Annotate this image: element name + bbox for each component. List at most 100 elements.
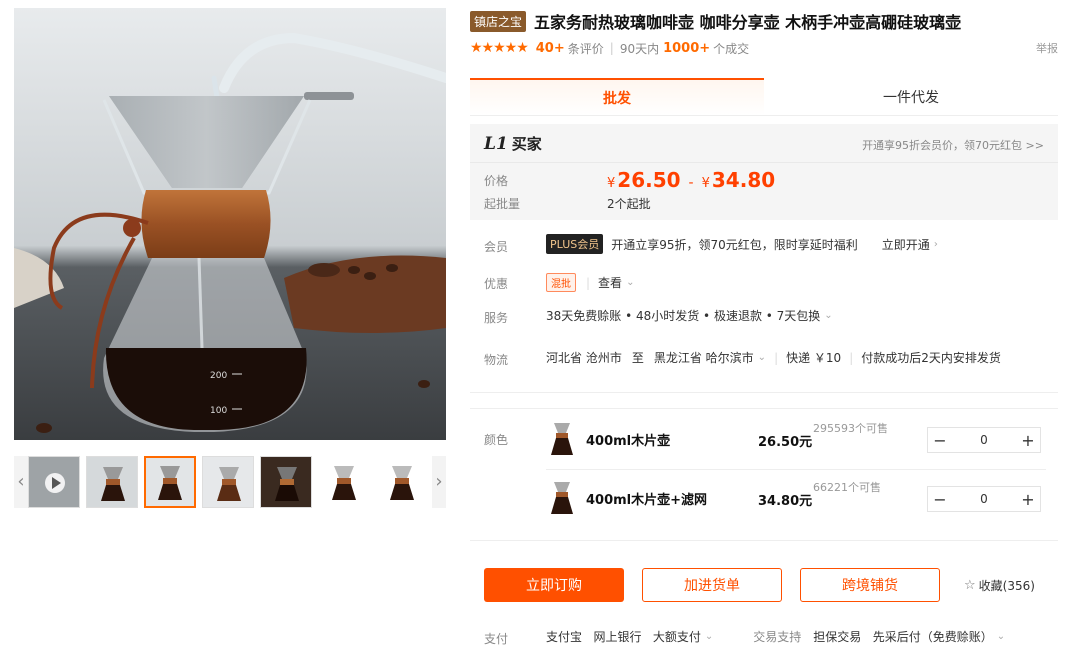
quantity-stepper: − 0 +	[927, 427, 1041, 453]
sku-stock: 295593个可售	[813, 422, 888, 435]
price-range: ¥ 26.50 - ¥ 34.80	[607, 168, 775, 192]
coffee-pot-icon	[261, 457, 311, 507]
price-min: 26.50	[617, 168, 681, 192]
thumb-image[interactable]	[318, 456, 370, 508]
thumb-prev-button[interactable]: ‹	[14, 456, 28, 508]
ship-to-select[interactable]: 黑龙江省 哈尔滨市	[654, 349, 754, 366]
chevron-down-icon[interactable]: ⌄	[705, 631, 713, 642]
divider	[470, 408, 1058, 409]
open-member-link[interactable]: 立即开通	[882, 236, 930, 253]
coffee-pot-icon	[318, 456, 370, 508]
divider	[470, 392, 1058, 393]
discount-label: 优惠	[484, 277, 509, 291]
thumb-next-button[interactable]: ›	[432, 456, 446, 508]
chevron-down-icon: ⌄	[824, 310, 833, 321]
thumb-image[interactable]	[86, 456, 138, 508]
coffee-pot-icon	[203, 457, 253, 507]
favorite-button[interactable]: ☆ 收藏(356)	[964, 577, 1035, 594]
payment-methods: 支付宝 网上银行 大额支付	[546, 630, 701, 644]
thumb-image[interactable]	[202, 456, 254, 508]
quantity-value[interactable]: 0	[952, 433, 1016, 447]
sold-count: 1000+	[663, 40, 711, 56]
thumb-image[interactable]	[376, 456, 428, 508]
product-title-row: 镇店之宝 五家务耐热玻璃咖啡壶 咖啡分享壶 木柄手冲壶高硼硅玻璃壶	[470, 9, 1070, 33]
price-max: 34.80	[711, 168, 776, 192]
currency-symbol: ¥	[701, 176, 710, 191]
divider: |	[849, 350, 854, 365]
service-row[interactable]: 38天免费赊账 • 48小时发货 • 极速退款 • 7天包换 ⌄	[546, 307, 833, 324]
mixed-batch-tag: 混批	[546, 273, 576, 292]
discount-row: 混批 | 查看 ⌄	[546, 273, 634, 292]
sku-label: 颜色	[484, 433, 509, 447]
rating-row: ★★★★★ 40+ 条评价 | 90天内 1000+ 个成交 举报	[470, 38, 1058, 58]
coffee-pot-icon	[87, 457, 137, 507]
member-benefit-text: 开通立享95折，领70元红包，限时享延时福利	[611, 237, 858, 252]
coffee-pot-illustration: 200 100	[14, 8, 446, 440]
thumb-image[interactable]	[144, 456, 196, 508]
divider: |	[586, 275, 591, 290]
video-play-icon	[29, 457, 79, 507]
sku-name: 400ml木片壶+滤网	[586, 493, 708, 508]
cross-border-button[interactable]: 跨境铺货	[800, 568, 940, 602]
coffee-pot-icon	[551, 423, 573, 455]
plus-member-badge: PLUS会员	[546, 234, 604, 254]
coffee-pot-icon	[146, 458, 194, 506]
moq-value: 2个起批	[607, 197, 651, 211]
tab-wholesale[interactable]: 批发	[470, 78, 764, 116]
service-label: 服务	[484, 311, 509, 325]
divider	[470, 540, 1058, 541]
coffee-pot-icon	[551, 482, 573, 514]
tab-dropship[interactable]: 一件代发	[764, 78, 1058, 116]
trade-support-label: 交易支持	[753, 630, 802, 644]
view-discount-link[interactable]: 查看	[598, 274, 622, 291]
plus-button[interactable]: +	[1016, 490, 1040, 509]
sku-row: 400ml木片壶+滤网 34.80元 66221个可售 − 0 +	[546, 470, 1046, 526]
buyer-level: L1 买家	[484, 133, 542, 154]
report-link[interactable]: 举报	[1036, 40, 1058, 56]
thumbnail-strip: ‹ ›	[14, 456, 446, 508]
product-title: 五家务耐热玻璃咖啡壶 咖啡分享壶 木柄手冲壶高硼硅玻璃壶	[534, 13, 962, 32]
rating-stars-icon: ★★★★★	[470, 40, 529, 56]
coffee-pot-icon	[376, 456, 428, 508]
buyer-level-text: 买家	[511, 135, 542, 153]
member-label: 会员	[484, 240, 509, 254]
sku-name: 400ml木片壶	[586, 434, 671, 449]
chevron-down-icon[interactable]: ⌄	[997, 631, 1005, 642]
review-count[interactable]: 40+	[536, 41, 565, 56]
price-box: L1 买家 开通享95折会员价，领70元红包 >> 价格 ¥ 26.50 - ¥…	[470, 124, 1058, 220]
order-now-button[interactable]: 立即订购	[484, 568, 624, 602]
purchase-tabs: 批发 一件代发	[470, 78, 1058, 116]
sku-stock: 66221个可售	[813, 481, 881, 494]
star-icon: ☆	[964, 578, 976, 593]
trade-support-text: 担保交易 先采后付（免费赊账）	[813, 630, 993, 644]
ship-to-word: 至	[631, 351, 644, 365]
minus-button[interactable]: −	[928, 431, 952, 450]
thumb-image[interactable]	[260, 456, 312, 508]
add-to-cart-button[interactable]: 加进货单	[642, 568, 782, 602]
thumb-video[interactable]	[28, 456, 80, 508]
member-promo-link[interactable]: 开通享95折会员价，领70元红包 >>	[862, 137, 1044, 153]
moq-label: 起批量	[484, 197, 521, 211]
review-label: 条评价	[567, 41, 604, 56]
svg-text:100: 100	[210, 406, 227, 416]
payment-label: 支付	[484, 632, 509, 646]
currency-symbol: ¥	[607, 176, 616, 191]
shop-badge: 镇店之宝	[470, 10, 527, 32]
chevron-right-icon: ›	[933, 238, 938, 250]
sold-label: 个成交	[713, 41, 750, 56]
minus-button[interactable]: −	[928, 490, 952, 509]
plus-button[interactable]: +	[1016, 431, 1040, 450]
period-label: 90天内	[619, 41, 660, 56]
logistics-label: 物流	[484, 353, 509, 367]
express-fee: 快递 ￥10	[786, 351, 842, 365]
divider	[470, 162, 1058, 163]
divider: |	[609, 41, 614, 55]
sku-row: 400ml木片壶 26.50元 295593个可售 − 0 +	[546, 411, 1046, 467]
price-dash: -	[688, 175, 694, 191]
quantity-value[interactable]: 0	[952, 492, 1016, 506]
payment-row: 支付宝 网上银行 大额支付 ⌄ 交易支持 担保交易 先采后付（免费赊账） ⌄	[546, 628, 1005, 645]
sku-price: 26.50元	[758, 435, 813, 450]
favorite-label: 收藏(356)	[978, 579, 1035, 593]
main-product-image[interactable]: 200 100	[14, 8, 446, 440]
sku-price: 34.80元	[758, 494, 813, 509]
